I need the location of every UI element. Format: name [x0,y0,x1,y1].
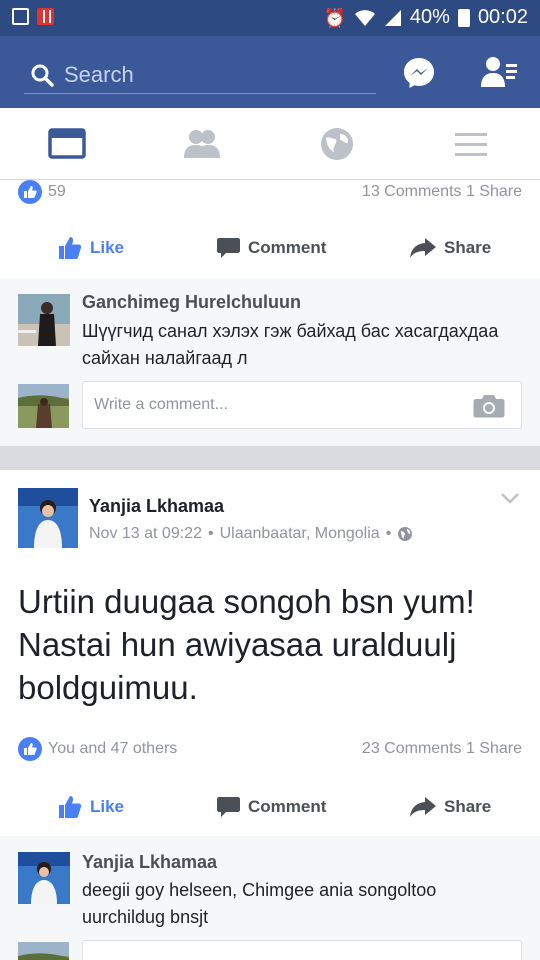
comments-shares-count[interactable]: 23 Comments 1 Share [362,740,522,758]
search-input[interactable]: Search [64,62,134,88]
post-actions: Like Comment Share [0,222,540,274]
post-stats: 59 13 Comments 1 Share [18,180,522,204]
post-location[interactable]: Ulaanbaatar, Mongolia [220,525,380,543]
friends-tab-icon[interactable] [182,126,222,162]
wifi-icon [354,9,375,26]
thumbs-up-icon [59,796,82,818]
like-label: Like [90,797,125,816]
avatar[interactable] [18,852,70,904]
comments-shares-count[interactable]: 13 Comments 1 Share [362,183,522,201]
signal-icon [384,9,401,26]
share-arrow-icon [410,797,436,817]
comment-author[interactable]: Yanjia Lkhamaa [82,852,217,873]
comment-author[interactable]: Ganchimeg Hurelchuluun [82,292,301,313]
comment-bubble-icon [217,238,240,258]
like-button[interactable]: Like [58,236,124,260]
share-button[interactable]: Share [410,237,491,259]
share-button[interactable]: Share [410,796,491,818]
search-icon [31,64,54,87]
comment-button[interactable]: Comment [217,237,326,259]
news-feed-tab-icon[interactable] [48,126,88,162]
comment-text: Шүүгчид санал хэлэх гэж байхад бас хасаг… [82,321,499,368]
share-arrow-icon [410,238,436,258]
post-text: Urtiin duugaa songoh bsn yum! Nastai hun… [18,583,475,706]
author-avatar[interactable] [18,488,78,548]
comment-label: Comment [248,238,327,257]
gallery-notification-icon [12,8,29,25]
friend-requests-icon[interactable] [480,54,518,90]
comment-text: deegii goy helseen, Chimgee ania songolt… [82,880,437,927]
battery-percent: 40% [409,6,450,28]
avatar[interactable] [18,294,70,346]
like-count[interactable]: 59 [48,183,66,201]
my-avatar [18,384,69,428]
write-comment-input[interactable]: Write a comment... [82,381,522,429]
app-header: Search [0,36,540,108]
post-stats: You and 47 others 23 Comments 1 Share [18,737,522,761]
battery-icon [457,8,470,27]
clock: 00:02 [477,6,528,28]
share-label: Share [444,797,492,816]
my-avatar [18,942,69,960]
comment-section: Yanjia Lkhamaa deegii goy helseen, Chimg… [0,836,540,960]
search-bar[interactable]: Search [24,56,376,94]
comment-label: Comment [248,797,327,816]
reactions-summary[interactable]: You and 47 others [48,740,177,758]
post-card: 59 13 Comments 1 Share Like Comment Shar… [0,180,540,278]
like-label: Like [90,238,125,257]
menu-tab-icon[interactable] [452,126,492,162]
post-card: Yanjia Lkhamaa Nov 13 at 09:22 • Ulaanba… [0,470,540,836]
post-actions: Like Comment Share [0,781,540,833]
status-bar: ⏰ 40% 00:02 [0,0,540,36]
comment-section: Ganchimeg Hurelchuluun Шүүгчид санал хэл… [0,278,540,446]
post-meta: Nov 13 at 09:22 • Ulaanbaatar, Mongolia … [89,525,413,543]
thumbs-up-icon [59,237,82,259]
alarm-icon: ⏰ [323,7,346,28]
post-author[interactable]: Yanjia Lkhamaa [89,496,224,517]
globe-notifications-tab-icon[interactable] [318,126,358,162]
like-button[interactable]: Like [58,795,124,819]
write-comment-input[interactable] [82,940,522,960]
chevron-down-icon[interactable] [500,492,520,504]
like-reaction-icon [18,180,42,204]
share-label: Share [444,238,492,257]
comment-button[interactable]: Comment [217,796,326,818]
meta-separator: • [207,525,214,542]
meta-separator: • [385,525,392,542]
feed-divider [0,446,540,470]
comment-input-placeholder: Write a comment... [94,396,228,413]
camera-icon[interactable] [473,394,505,418]
globe-privacy-icon [398,527,413,541]
messenger-icon[interactable] [402,56,436,90]
like-reaction-icon [18,737,42,761]
app-notification-icon [37,8,54,25]
post-timestamp[interactable]: Nov 13 at 09:22 [89,525,202,543]
comment-bubble-icon [217,797,240,817]
nav-tab-bar [0,108,540,180]
